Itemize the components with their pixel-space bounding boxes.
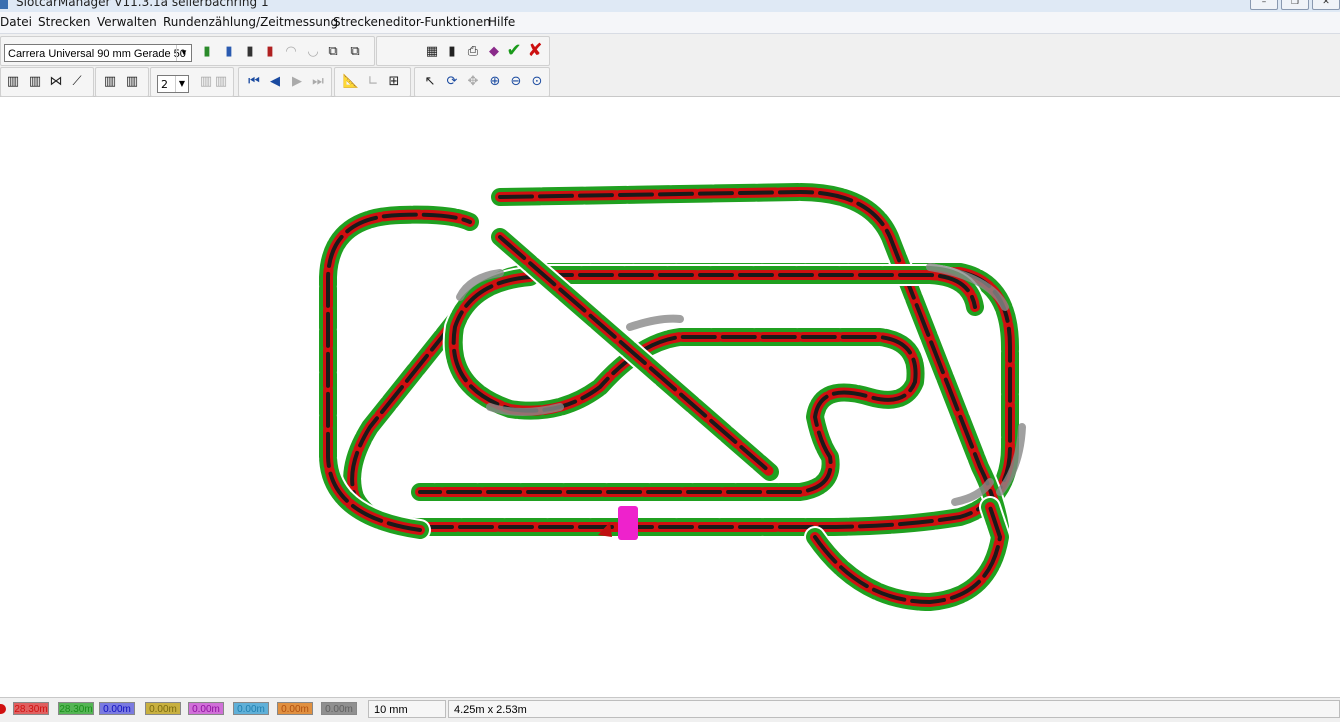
curve-right-icon[interactable]: ◡ [304, 43, 322, 61]
table-icon[interactable]: ▦ [423, 43, 441, 61]
track-border-red-2[interactable] [495, 187, 1005, 532]
add-track-icon[interactable]: ▮ [198, 43, 216, 61]
track-dimensions: 4.25m x 2.53m [448, 700, 1340, 718]
pointer-icon[interactable]: ↖ [421, 73, 439, 91]
measure-toolbar: 📐 ∟ ⊞ [334, 67, 411, 97]
curve-left-icon[interactable]: ◠ [282, 43, 300, 61]
lane-1-length: 28.30m [13, 702, 49, 715]
track-piece-select[interactable]: Carrera Universal 90 mm Gerade 50 ▼ [4, 44, 192, 62]
lane-indicator-icon [0, 704, 6, 714]
zoom-out-icon[interactable]: ⊖ [507, 73, 525, 91]
toolbar-row-2: ▥ ▥ ⋈ ⟋ ▥ ▥ 2 ▼ ▥ ▥ ⏮ ◀ ▶ ⏭ 📐 ∟ ⊞ ↖ ⟳ ✥ … [0, 66, 1340, 97]
status-bar: 28.30m 28.30m 0.00m 0.00m 0.00m 0.00m 0.… [0, 697, 1340, 722]
book-icon[interactable]: ▮ [443, 43, 461, 61]
grid-size: 10 mm [368, 700, 446, 718]
chevron-down-icon[interactable]: ▼ [175, 76, 188, 92]
track-shoulder-3 [626, 314, 684, 331]
copy-icon[interactable]: ⧉ [324, 43, 342, 61]
previous-icon[interactable]: ◀ [266, 73, 284, 91]
window-controls: – ❐ ✕ [1250, 0, 1340, 10]
start-finish-marker[interactable] [618, 506, 638, 540]
last-icon[interactable]: ⏭ [309, 73, 327, 91]
menu-bar: Datei Strecken Verwalten Rundenzählung/Z… [0, 12, 1340, 34]
app-icon [0, 0, 8, 9]
track-piece-toolbar: Carrera Universal 90 mm Gerade 50 ▼ ▮ ▮ … [0, 36, 375, 66]
delete-track-icon[interactable]: ▮ [261, 43, 279, 61]
menu-strecken[interactable]: Strecken [38, 15, 90, 29]
replace-track-icon[interactable]: ▮ [241, 43, 259, 61]
snap-icon[interactable]: ⊞ [385, 73, 403, 91]
view-toolbar: ↖ ⟳ ✥ ⊕ ⊖ ⊙ [414, 67, 550, 97]
crossing-icon[interactable]: ⋈ [47, 73, 65, 91]
lane-2-length: 28.30m [58, 702, 94, 715]
lane-5-length: 0.00m [188, 702, 224, 715]
lane-6-length: 0.00m [233, 702, 269, 715]
next-icon[interactable]: ▶ [288, 73, 306, 91]
track-bed-2[interactable] [489, 181, 1011, 538]
maximize-button[interactable]: ❐ [1281, 0, 1309, 10]
lane-count-value: 2 [161, 78, 168, 91]
ramp-icon[interactable]: ⟋ [68, 73, 86, 91]
track-slot-2[interactable] [498, 190, 1002, 529]
straight-track-icon[interactable]: ▥ [4, 73, 22, 91]
lane-b-icon[interactable]: ▥ [212, 73, 230, 91]
paste-icon[interactable]: ⧉ [346, 43, 364, 61]
toolbar-row-1: Carrera Universal 90 mm Gerade 50 ▼ ▮ ▮ … [0, 35, 1340, 66]
menu-hilfe[interactable]: Hilfe [488, 15, 515, 29]
library-icon[interactable]: ◆ [485, 43, 503, 61]
toolbar-area: Carrera Universal 90 mm Gerade 50 ▼ ▮ ▮ … [0, 34, 1340, 97]
measure-icon[interactable]: 📐 [342, 73, 360, 91]
window-title: SlotcarManager V11.3.1a seilerbachring 1 [16, 0, 269, 9]
lane-8-length: 0.00m [321, 702, 357, 715]
first-icon[interactable]: ⏮ [245, 73, 263, 91]
track-border-green-2[interactable] [491, 183, 1009, 536]
title-bar: SlotcarManager V11.3.1a seilerbachring 1… [0, 0, 1340, 12]
zoom-in-icon[interactable]: ⊕ [486, 73, 504, 91]
edit-toolbar: ▦ ▮ ⎙ ◆ ✔ ✘ [376, 36, 550, 66]
cancel-icon[interactable]: ✘ [526, 42, 544, 60]
print-icon[interactable]: ⎙ [464, 43, 482, 61]
confirm-icon[interactable]: ✔ [505, 42, 523, 60]
lane-4-length: 0.00m [145, 702, 181, 715]
lane-7-length: 0.00m [277, 702, 313, 715]
lane-left-icon[interactable]: ▥ [101, 73, 119, 91]
close-button[interactable]: ✕ [1312, 0, 1340, 10]
track-type-toolbar: ▥ ▥ ⋈ ⟋ [0, 67, 94, 97]
angle-icon[interactable]: ∟ [364, 73, 382, 91]
zoom-fit-icon[interactable]: ⊙ [528, 73, 546, 91]
lane-count-select[interactable]: 2 ▼ [157, 75, 189, 93]
menu-datei[interactable]: Datei [0, 15, 32, 29]
double-track-icon[interactable]: ▥ [26, 73, 44, 91]
menu-rundenzaehlung[interactable]: Rundenzählung/Zeitmessung [163, 15, 338, 29]
menu-streckeneditor[interactable]: Streckeneditor-Funktionen [333, 15, 491, 29]
lane-right-icon[interactable]: ▥ [123, 73, 141, 91]
menu-verwalten[interactable]: Verwalten [97, 15, 157, 29]
move-icon[interactable]: ✥ [464, 73, 482, 91]
minimize-button[interactable]: – [1250, 0, 1278, 10]
chevron-down-icon[interactable]: ▼ [176, 45, 191, 61]
lane-3-length: 0.00m [99, 702, 135, 715]
track-piece-value: Carrera Universal 90 mm Gerade 50 [8, 48, 186, 60]
insert-track-icon[interactable]: ▮ [220, 43, 238, 61]
track-canvas[interactable] [0, 97, 1340, 697]
lane-count-toolbar: 2 ▼ ▥ ▥ [150, 67, 234, 97]
lane-toolbar: ▥ ▥ [95, 67, 149, 97]
navigation-toolbar: ⏮ ◀ ▶ ⏭ [238, 67, 332, 97]
rotate-icon[interactable]: ⟳ [443, 73, 461, 91]
track-layout[interactable] [0, 97, 1340, 697]
